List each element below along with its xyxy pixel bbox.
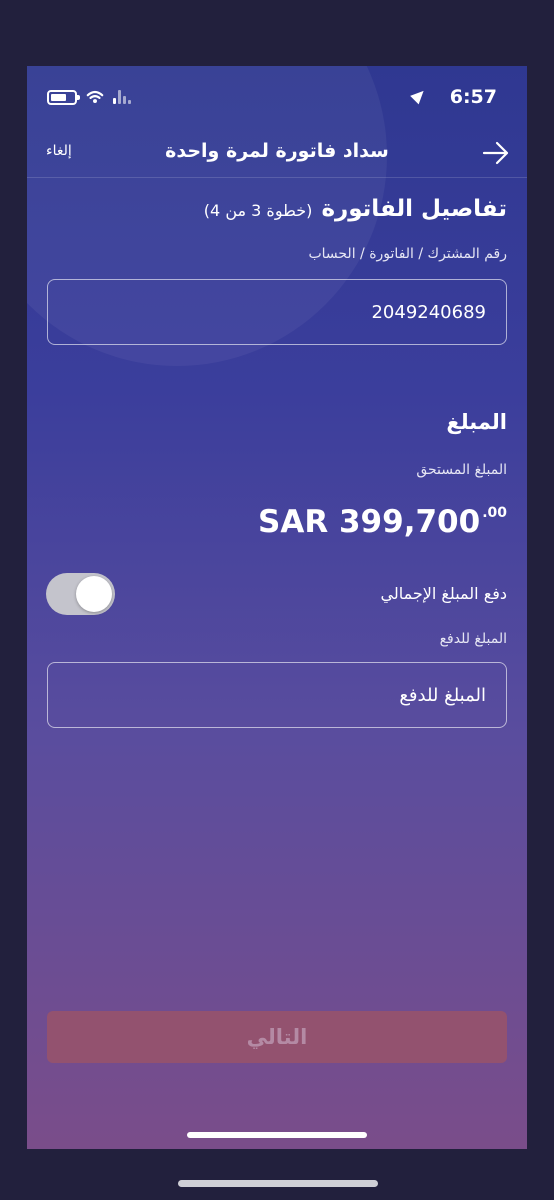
status-time: 6:57 [449, 86, 497, 108]
amount-due-main: SAR 399,700 [258, 504, 481, 540]
arrow-right-icon[interactable] [481, 138, 511, 168]
step-indicator: (خطوة 3 من 4) [203, 201, 313, 220]
signal-icon [113, 90, 131, 104]
amount-due-label: المبلغ المستحق [416, 462, 507, 478]
page-title: سداد فاتورة لمرة واحدة [165, 140, 389, 162]
amount-due-decimals: .00 [482, 505, 507, 521]
toggle-knob [76, 576, 112, 612]
subscriber-number-input[interactable] [47, 279, 507, 345]
pay-amount-input[interactable] [47, 662, 507, 728]
status-bar: 6:57 [27, 66, 527, 126]
section-title: تفاصيل الفاتورة [321, 196, 507, 222]
next-button[interactable]: التالي [47, 1011, 507, 1063]
wifi-icon [86, 90, 104, 104]
subscriber-label: رقم المشترك / الفاتورة / الحساب [308, 246, 507, 262]
battery-icon [47, 90, 80, 105]
section-header: تفاصيل الفاتورة (خطوة 3 من 4) [47, 196, 507, 222]
app-screen: 6:57 إلغاء سداد فاتورة لمرة واحدة تفاصيل… [27, 66, 527, 1149]
device-home-bar [178, 1180, 378, 1187]
pay-amount-label: المبلغ للدفع [439, 631, 507, 647]
pay-total-label: دفع المبلغ الإجمالي [380, 584, 507, 603]
amount-due-value: SAR 399,700.00 [258, 504, 507, 540]
pay-total-toggle[interactable] [46, 573, 115, 615]
home-indicator [187, 1132, 367, 1138]
location-icon [410, 86, 428, 105]
amount-heading: المبلغ [446, 410, 507, 434]
nav-bar: إلغاء سداد فاتورة لمرة واحدة [27, 126, 527, 178]
